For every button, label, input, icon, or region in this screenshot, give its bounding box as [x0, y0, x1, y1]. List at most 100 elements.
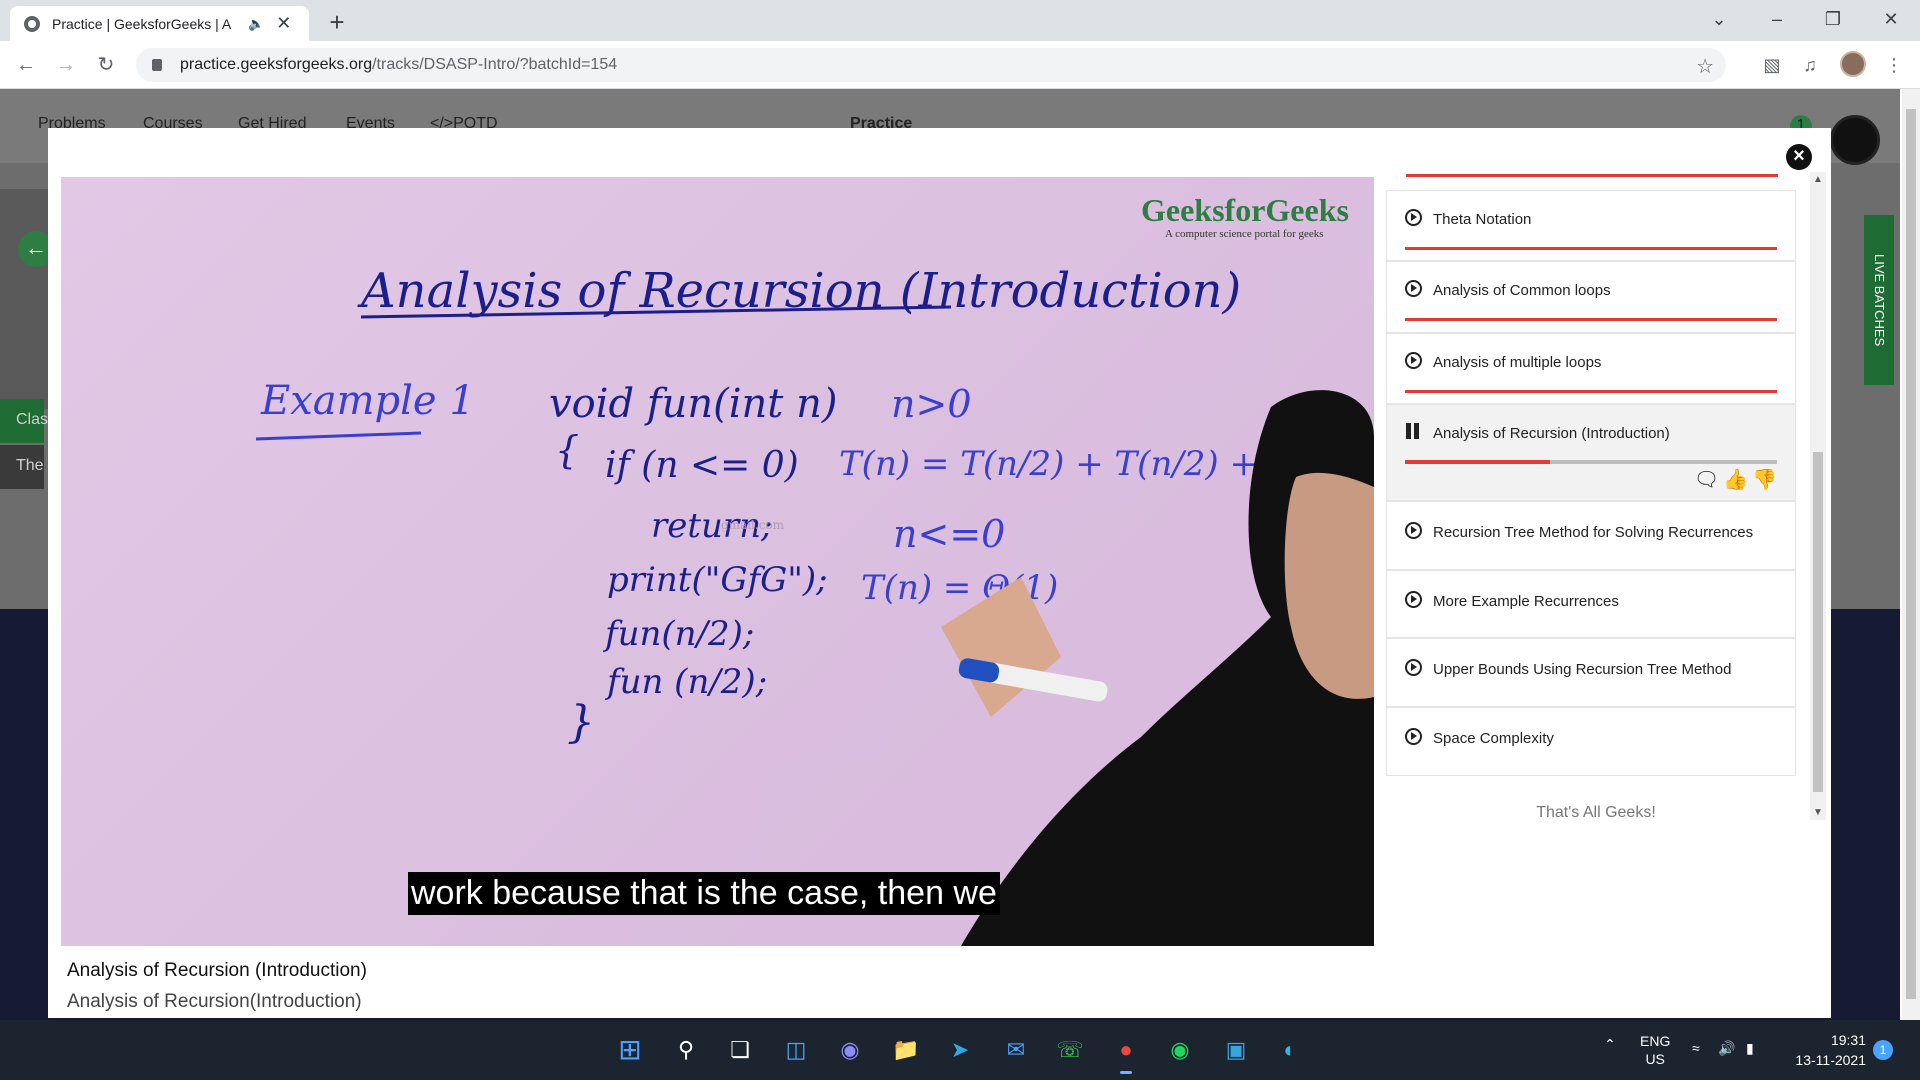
playlist-item[interactable]: Upper Bounds Using Recursion Tree Method	[1386, 638, 1796, 707]
extensions-puzzle-icon[interactable]: ▧	[1758, 51, 1786, 79]
playlist-item-label: Analysis of multiple loops	[1433, 354, 1602, 371]
profile-avatar[interactable]	[1840, 51, 1866, 77]
window-close-button[interactable]: ✕	[1866, 0, 1916, 38]
playlist-item-label: Space Complexity	[1433, 730, 1554, 747]
sidebar-tab-classes[interactable]: Clas	[0, 399, 48, 443]
thumbs-up-icon[interactable]: 👍	[1723, 469, 1752, 491]
tab-search-chevron-icon[interactable]: ⌄	[1694, 0, 1744, 38]
scroll-down-arrow-icon[interactable]: ▼	[1813, 807, 1823, 818]
tab-close-icon[interactable]: ✕	[276, 13, 291, 34]
maximize-button[interactable]: ❐	[1808, 0, 1858, 38]
file-explorer-icon[interactable]: 📁	[886, 1030, 926, 1070]
browser-toolbar: ← → ↻ practice.geeksforgeeks.org/tracks/…	[0, 41, 1920, 89]
media-controls-icon[interactable]: ♫	[1796, 51, 1824, 79]
search-icon[interactable]: ⚲	[666, 1030, 706, 1070]
code-line-7: fun (n/2);	[604, 662, 767, 702]
notification-center-badge[interactable]: 1	[1873, 1040, 1893, 1060]
playlist-item-label: Recursion Tree Method for Solving Recurr…	[1433, 524, 1754, 541]
widgets-icon[interactable]: ◫	[776, 1030, 816, 1070]
sidebar-tab-theory[interactable]: The	[0, 445, 44, 489]
code-line-5: print("GfG");	[607, 560, 828, 600]
clock-time: 19:31	[1830, 1032, 1866, 1048]
edge-icon[interactable]: ◐	[1270, 1030, 1310, 1070]
clock[interactable]: 19:31 13-11-2021	[1790, 1030, 1866, 1070]
show-hidden-icons-chevron-icon[interactable]: ⌃	[1604, 1036, 1616, 1053]
playlist-item-active[interactable]: Analysis of Recursion (Introduction) 🗨👍👎	[1386, 404, 1796, 501]
playlist-item-label: Theta Notation	[1433, 211, 1532, 228]
video-brand-logo: GeeksforGeeks	[1141, 192, 1349, 228]
page-scrollbar[interactable]	[1902, 89, 1920, 1020]
playlist-item-label: Analysis of Common loops	[1433, 282, 1611, 299]
playlist-item-label: Upper Bounds Using Recursion Tree Method	[1433, 661, 1732, 678]
browser-menu-icon[interactable]: ⋮	[1880, 51, 1908, 79]
example-underline	[255, 431, 422, 441]
playlist-item-progress-fill	[1405, 460, 1551, 464]
bookmark-star-icon[interactable]: ☆	[1696, 54, 1714, 79]
code-line-1: void fun(int n)	[549, 381, 837, 427]
url-text: practice.geeksforgeeks.org/tracks/DSASP-…	[180, 56, 617, 74]
new-tab-button[interactable]: +	[322, 8, 352, 38]
browser-tab-bar: Practice | GeeksforGeeks | A 🔈 ✕ + ⌄ – ❐…	[0, 0, 1920, 41]
page-scroll-thumb[interactable]	[1906, 109, 1916, 999]
playlist-item-progress-track[interactable]	[1405, 460, 1777, 464]
play-circle-icon	[1405, 659, 1422, 676]
playlist-item[interactable]: Space Complexity	[1386, 707, 1796, 776]
play-circle-icon	[1405, 728, 1422, 745]
tab-audio-icon[interactable]: 🔈	[248, 16, 264, 32]
whatsapp-icon[interactable]: ☏	[1050, 1030, 1090, 1070]
address-bar[interactable]: practice.geeksforgeeks.org/tracks/DSASP-…	[136, 48, 1726, 82]
previous-item-progress	[1406, 174, 1778, 177]
note-3: n<=0	[893, 512, 1005, 556]
code-line-3: if (n <= 0)	[605, 445, 799, 486]
modal-close-icon[interactable]: ×	[1786, 144, 1812, 170]
volume-icon[interactable]: 🔊	[1718, 1040, 1735, 1057]
back-arrow-icon[interactable]: ←	[10, 49, 42, 81]
board-watermark: gmail.com	[721, 518, 785, 532]
playlist-item[interactable]: Recursion Tree Method for Solving Recurr…	[1386, 501, 1796, 570]
region-code: US	[1645, 1051, 1665, 1067]
language-indicator[interactable]: ENG US	[1640, 1032, 1670, 1068]
mail-icon[interactable]: ✉	[996, 1030, 1036, 1070]
playlist-scroll-thumb[interactable]	[1813, 452, 1823, 792]
scroll-up-arrow-icon[interactable]: ▲	[1813, 174, 1823, 185]
tab-title: Practice | GeeksforGeeks | A	[52, 15, 232, 32]
play-circle-icon	[1405, 280, 1422, 297]
start-windows-icon[interactable]: ⊞	[610, 1030, 650, 1070]
playlist-panel: Theta Notation Analysis of Common loops …	[1386, 172, 1796, 817]
thumbs-down-icon[interactable]: 👎	[1752, 469, 1781, 491]
chrome-icon[interactable]: ●	[1106, 1030, 1146, 1074]
battery-icon[interactable]: ▮	[1746, 1040, 1754, 1057]
playlist-item-progress	[1405, 390, 1777, 393]
telegram-icon[interactable]: ➤	[940, 1030, 980, 1070]
playlist-scrollbar[interactable]: ▲ ▼	[1810, 172, 1826, 820]
video-caption: work because that is the case, then we	[408, 872, 1000, 915]
task-view-icon[interactable]: ❏	[720, 1030, 760, 1070]
play-circle-icon	[1405, 352, 1422, 369]
playlist-item[interactable]: Analysis of Common loops	[1386, 261, 1796, 333]
whiteboard-drawing: Analysis of Recursion (Introduction) Exa…	[255, 263, 1374, 946]
reload-icon[interactable]: ↻	[90, 49, 122, 81]
pause-icon[interactable]	[1405, 423, 1421, 439]
prime-video-icon[interactable]: ▣	[1216, 1030, 1256, 1070]
forward-arrow-icon[interactable]: →	[50, 49, 82, 81]
playlist-item-label: More Example Recurrences	[1433, 593, 1619, 610]
play-circle-icon	[1405, 591, 1422, 608]
minimize-button[interactable]: –	[1752, 0, 1802, 38]
comment-icon[interactable]: 🗨	[1694, 469, 1723, 491]
wifi-icon[interactable]: ≈	[1692, 1040, 1700, 1056]
url-domain: practice.geeksforgeeks.org	[180, 56, 373, 73]
code-line-8: }	[567, 697, 595, 748]
chat-icon[interactable]: ◉	[830, 1030, 870, 1070]
lock-icon	[152, 59, 162, 71]
browser-tab[interactable]: Practice | GeeksforGeeks | A 🔈 ✕	[10, 6, 309, 41]
site-favicon-icon	[24, 15, 40, 32]
playlist-item[interactable]: Theta Notation	[1386, 190, 1796, 261]
playlist-item[interactable]: Analysis of multiple loops	[1386, 333, 1796, 404]
playlist-item[interactable]: More Example Recurrences	[1386, 570, 1796, 638]
spotify-icon[interactable]: ◉	[1160, 1030, 1200, 1070]
user-avatar[interactable]	[1830, 115, 1880, 165]
live-batches-tab[interactable]: LIVE BATCHES	[1864, 215, 1894, 385]
code-line-6: fun(n/2);	[602, 614, 754, 654]
language-code: ENG	[1640, 1033, 1671, 1049]
video-player[interactable]: Analysis of Recursion (Introduction) Exa…	[61, 177, 1374, 946]
